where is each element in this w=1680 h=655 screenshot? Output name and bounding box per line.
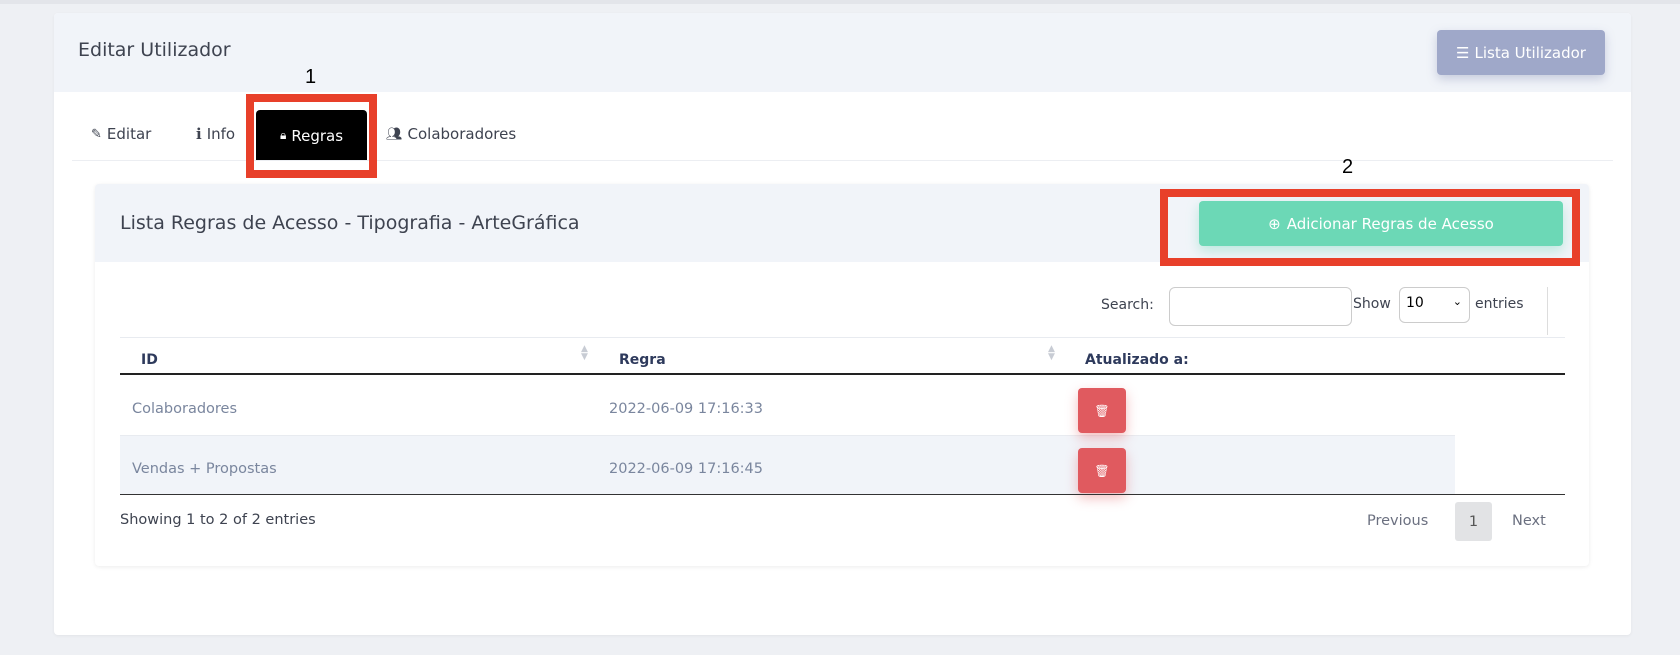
table-header-line: [120, 373, 1565, 375]
trash-icon: 🗑︎: [1094, 463, 1110, 478]
annotation-label-1: 1: [305, 66, 317, 88]
table-bottom-line: [120, 494, 1565, 495]
row-2-regra: 2022-06-09 17:16:45: [609, 461, 763, 477]
delete-button[interactable]: 🗑︎: [1078, 448, 1126, 493]
info-icon: i: [196, 125, 202, 143]
sort-icon[interactable]: ▲ ▼: [581, 345, 588, 362]
entries-label: entries: [1475, 296, 1524, 312]
list-users-button[interactable]: ☰ Lista Utilizador: [1437, 30, 1605, 75]
tab-info[interactable]: i Info: [196, 125, 235, 143]
chevron-down-icon: ⌄: [1452, 295, 1462, 308]
rules-panel-title: Lista Regras de Acesso - Tipografia - Ar…: [120, 212, 580, 234]
pagination-page-1[interactable]: 1: [1455, 502, 1492, 541]
show-label: Show: [1353, 296, 1391, 312]
entries-select[interactable]: 10 ⌄: [1399, 287, 1470, 323]
table-top-line: [120, 337, 1565, 338]
card-header: [54, 13, 1631, 92]
pagination-previous[interactable]: Previous: [1367, 513, 1428, 529]
search-input[interactable]: [1169, 287, 1352, 326]
annotation-label-2: 2: [1342, 156, 1354, 178]
edit-icon: ✎: [91, 126, 102, 142]
tab-colaboradores[interactable]: 👥︎ Colaboradores: [386, 125, 516, 143]
delete-button[interactable]: 🗑︎: [1078, 388, 1126, 433]
scroll-divider: [1547, 287, 1548, 335]
column-header-atualizado: Atualizado a:: [1085, 352, 1189, 368]
row-2-id: Vendas + Propostas: [132, 461, 277, 477]
pagination-next[interactable]: Next: [1512, 513, 1546, 529]
column-header-id[interactable]: ID: [141, 352, 158, 368]
list-icon: ☰: [1456, 43, 1470, 62]
table-info: Showing 1 to 2 of 2 entries: [120, 512, 316, 528]
annotation-box-1: [246, 94, 377, 178]
top-border: [0, 0, 1680, 4]
table-row-stripe: [120, 435, 1455, 495]
column-header-regra[interactable]: Regra: [619, 352, 666, 368]
trash-icon: 🗑︎: [1094, 403, 1110, 418]
row-1-id: Colaboradores: [132, 401, 238, 417]
search-label: Search:: [1101, 297, 1154, 313]
row-1-regra: 2022-06-09 17:16:33: [609, 401, 763, 417]
sort-icon[interactable]: ▲ ▼: [1048, 345, 1055, 362]
tab-editar[interactable]: ✎ Editar: [91, 125, 151, 143]
row-divider: [120, 435, 1455, 436]
page-title: Editar Utilizador: [78, 39, 231, 61]
users-icon: 👥︎: [386, 126, 403, 142]
annotation-box-2: [1160, 189, 1580, 266]
